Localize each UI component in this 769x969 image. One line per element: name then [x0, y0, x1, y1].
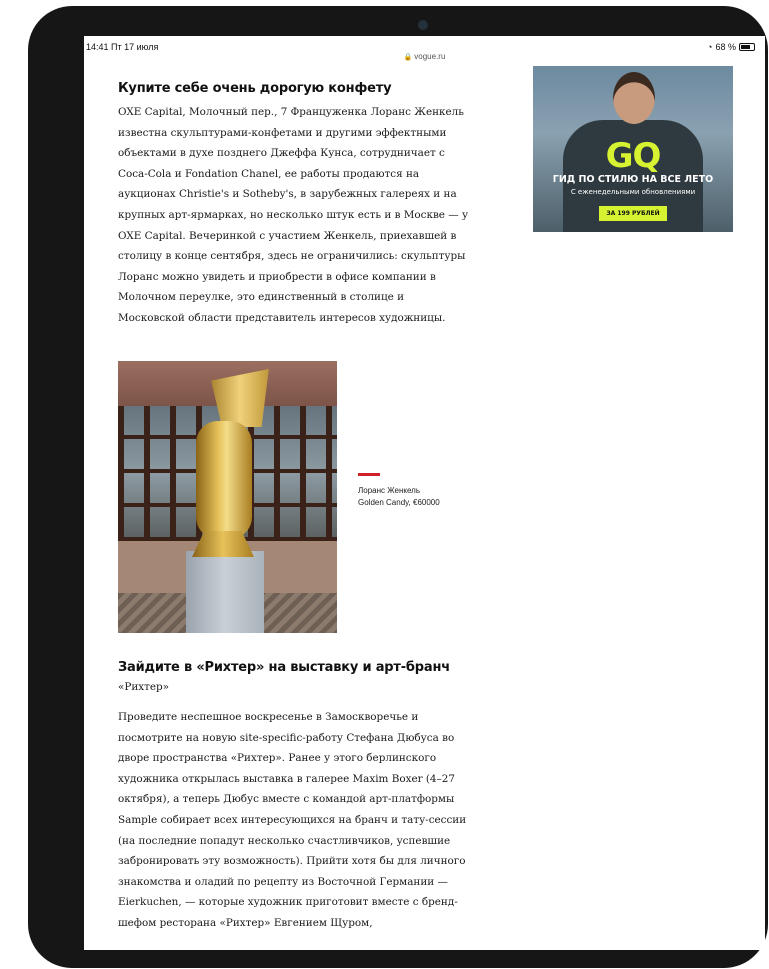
section-1-heading: Купите себе очень дорогую конфету [118, 81, 392, 96]
caption-accent-line [358, 473, 380, 476]
front-camera [418, 20, 428, 30]
status-bar: 14:41 Пт 17 июля ◔ 68 % 🔒 vogue.ru [84, 36, 765, 66]
ad-subscribe-button[interactable]: ЗА 199 РУБЛЕЙ [599, 206, 667, 221]
lock-icon: 🔒 [403, 54, 413, 61]
ad-logo: GQ [605, 136, 662, 176]
ad-subline: С еженедельными обновлениями [570, 188, 696, 196]
ad-model-head [613, 72, 655, 124]
caption-artist: Лоранс Женкель [358, 486, 421, 495]
battery-percent: 68 % [715, 42, 736, 52]
browser-screen: 14:41 Пт 17 июля ◔ 68 % 🔒 vogue.ru Купите… [84, 36, 765, 950]
golden-candy-sculpture [196, 421, 252, 539]
image-caption: Лоранс Женкель Golden Candy, €60000 [358, 473, 440, 509]
article-photo [118, 361, 337, 633]
battery-icon [739, 43, 755, 51]
photo-pedestal [186, 551, 264, 633]
ad-headline: ГИД ПО СТИЛЮ НА ВСЕ ЛЕТО [552, 174, 714, 185]
section-2-body: Проведите неспешное воскресенье в Замоск… [118, 711, 467, 929]
address-bar[interactable]: 🔒 vogue.ru [84, 52, 765, 61]
caption-artwork: Golden Candy, €60000 [358, 498, 440, 507]
status-right: ◔ 68 % [707, 42, 755, 52]
url-text: vogue.ru [414, 52, 446, 61]
section-1-body: OXE Capital, Молочный пер., 7 Француженк… [118, 106, 469, 324]
article-section-1: Купите себе очень дорогую конфету OXE Ca… [118, 81, 478, 329]
gq-ad-banner[interactable]: GQ ГИД ПО СТИЛЮ НА ВСЕ ЛЕТО С еженедельн… [533, 66, 733, 232]
status-time-date: 14:41 Пт 17 июля [86, 42, 159, 52]
article-section-2: Зайдите в «Рихтер» на выставку и арт-бра… [118, 660, 478, 934]
wifi-icon: ◔ [707, 42, 713, 52]
section-2-heading: Зайдите в «Рихтер» на выставку и арт-бра… [118, 660, 450, 675]
tablet-frame: 14:41 Пт 17 июля ◔ 68 % 🔒 vogue.ru Купите… [28, 6, 768, 968]
section-2-venue: «Рихтер» [118, 681, 170, 693]
